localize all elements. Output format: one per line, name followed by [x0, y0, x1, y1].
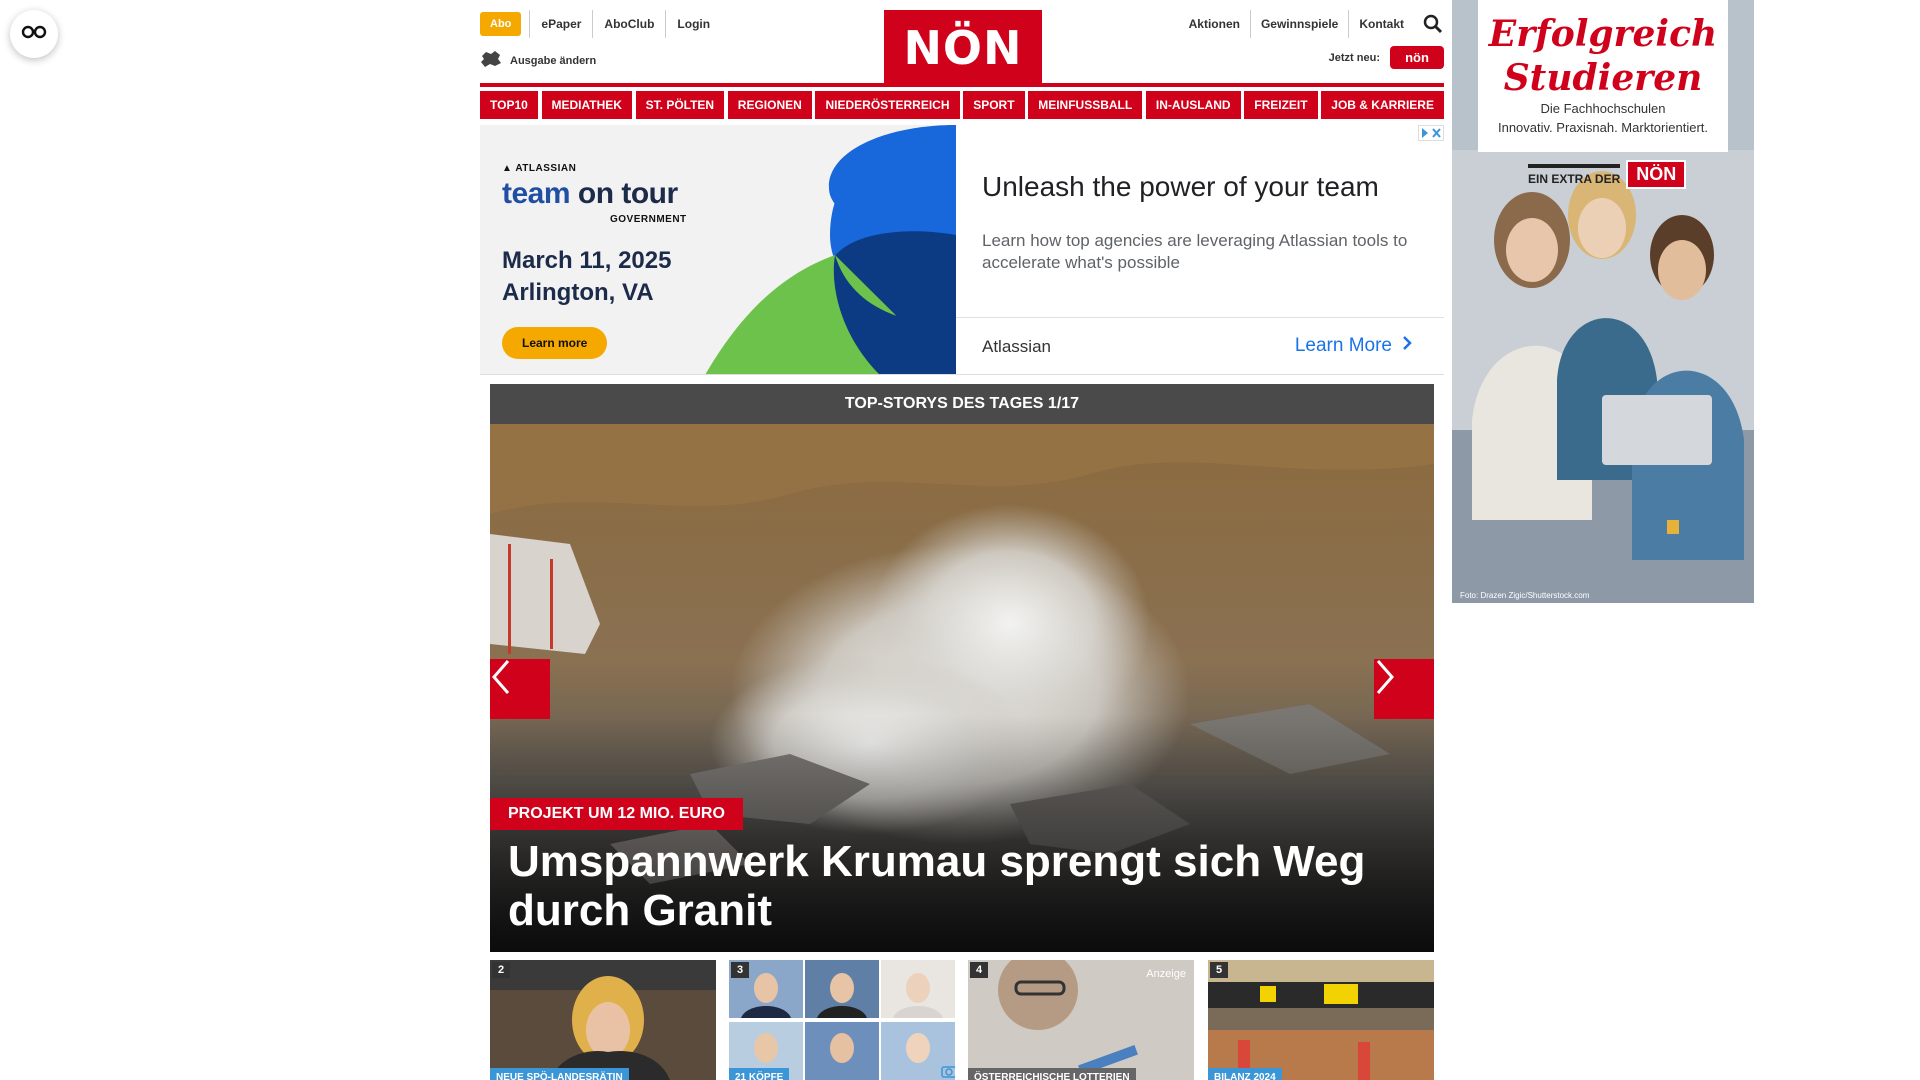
nav-mediathek[interactable]: MEDIATHEK: [541, 91, 632, 119]
side-ad-title: Erfolgreich Studieren: [1488, 13, 1718, 99]
search-icon[interactable]: [1422, 13, 1444, 35]
thumb-tag: ÖSTERREICHISCHE LOTTERIEN: [968, 1068, 1136, 1080]
ad-creative[interactable]: ▲ ATLASSIAN team on tour GOVERNMENT Marc…: [480, 125, 956, 374]
story-thumb[interactable]: 5 BILANZ 2024: [1208, 960, 1434, 1080]
reader-mode-button[interactable]: [10, 10, 58, 58]
nav-niederoesterreich[interactable]: NIEDERÖSTERREICH: [815, 91, 960, 119]
site-header: Abo ePaper AboClub Login Ausgabe ändern …: [480, 0, 1444, 88]
ad-advertiser: Atlassian: [982, 337, 1051, 356]
top-stories-heading: TOP-STORYS DES TAGES 1/17: [490, 384, 1434, 424]
side-ad[interactable]: Erfolgreich Studieren Die Fachhochschule…: [1452, 0, 1754, 603]
nav-freizeit[interactable]: FREIZEIT: [1244, 91, 1318, 119]
thumb-tag: NEUE SPÖ-LANDESRÄTIN: [490, 1068, 629, 1080]
top-links-right: Aktionen Gewinnspiele Kontakt: [1179, 10, 1444, 38]
aktionen-link[interactable]: Aktionen: [1179, 10, 1250, 38]
thumb-image: [1208, 960, 1434, 1080]
nav-sport[interactable]: SPORT: [963, 91, 1025, 119]
top-stories: TOP-STORYS DES TAGES 1/17 PROJEKT UM 12 …: [490, 384, 1434, 952]
ad-text-panel[interactable]: Unleash the power of your team Learn how…: [956, 125, 1444, 374]
nav-st-poelten[interactable]: ST. PÖLTEN: [635, 91, 725, 119]
story-thumb[interactable]: 2 NEUE SPÖ-LANDESRÄTIN: [490, 960, 716, 1080]
side-ad-card: Erfolgreich Studieren Die Fachhochschule…: [1478, 0, 1728, 152]
thumb-image: [729, 960, 955, 1080]
chevron-right-icon: [1392, 335, 1412, 357]
header-divider: [480, 83, 1444, 87]
nav-in-ausland[interactable]: IN-AUSLAND: [1145, 91, 1241, 119]
jetzt-neu-label: Jetzt neu:: [1328, 51, 1380, 64]
nav-top10[interactable]: TOP10: [480, 91, 538, 119]
thumb-number: 2: [492, 962, 511, 978]
nav-regionen[interactable]: REGIONEN: [727, 91, 812, 119]
site-logo[interactable]: NÖN: [884, 10, 1042, 83]
story-title[interactable]: Umspannwerk Krumau sprengt sich Weg durc…: [508, 837, 1408, 935]
ad-learn-more-pill[interactable]: Learn more: [502, 327, 608, 359]
ad-event-date: March 11, 2025 Arlington, VA: [502, 247, 672, 306]
adchoices-icon[interactable]: [1418, 125, 1444, 141]
nav-meinfussball[interactable]: MEINFUSSBALL: [1028, 91, 1143, 119]
thumb-number: 3: [731, 962, 750, 978]
aboclub-link[interactable]: AboClub: [592, 10, 665, 38]
thumb-number: 5: [1210, 962, 1229, 978]
nav-job-karriere[interactable]: JOB & KARRIERE: [1321, 91, 1444, 119]
kontakt-link[interactable]: Kontakt: [1348, 10, 1414, 38]
ad-brand: ▲ ATLASSIAN: [502, 163, 577, 174]
thumb-image: [490, 960, 716, 1080]
carousel-prev-button[interactable]: [490, 659, 550, 719]
login-link[interactable]: Login: [665, 10, 721, 38]
side-ad-photo-credit: Foto: Drazen Zigic/Shutterstock.com: [1460, 591, 1590, 600]
story-thumb[interactable]: 3 21 KÖPFE: [729, 960, 955, 1080]
sponsored-label: Anzeige: [1146, 968, 1186, 980]
gewinnspiele-link[interactable]: Gewinnspiele: [1249, 10, 1348, 38]
story-thumb[interactable]: 4 Anzeige ÖSTERREICHISCHE LOTTERIEN: [968, 960, 1194, 1080]
story-thumbnails: 2 NEUE SPÖ-LANDESRÄTIN 3 21 KÖPFE 4 Anze…: [490, 960, 1434, 1080]
change-edition-link[interactable]: Ausgabe ändern: [480, 50, 596, 71]
thumb-number: 4: [970, 962, 989, 978]
main-navigation: TOP10 MEDIATHEK ST. PÖLTEN REGIONEN NIED…: [480, 91, 1444, 119]
side-ad-subtitle: Die Fachhochschulen Innovativ. Praxisnah…: [1497, 101, 1708, 135]
abo-button[interactable]: Abo: [480, 12, 522, 36]
thumb-tag: BILANZ 2024: [1208, 1068, 1282, 1080]
thumb-tag: 21 KÖPFE: [729, 1068, 790, 1080]
ad-headline[interactable]: Unleash the power of your team: [982, 171, 1379, 203]
region-map-icon: [480, 50, 510, 71]
ad-divider: [956, 317, 1444, 318]
ad-banner[interactable]: ▲ ATLASSIAN team on tour GOVERNMENT Marc…: [480, 125, 1444, 375]
reader-glasses-icon: [21, 25, 47, 44]
change-edition-label: Ausgabe ändern: [510, 54, 597, 67]
carousel-next-button[interactable]: [1374, 659, 1434, 719]
ad-learn-more-link[interactable]: Learn More: [1295, 335, 1412, 357]
jetzt-neu-badge[interactable]: nön: [1390, 46, 1444, 69]
jetzt-neu: Jetzt neu: nön: [1329, 46, 1444, 69]
ad-team-on-tour: team on tour: [502, 177, 678, 210]
ad-government: GOVERNMENT: [610, 214, 687, 225]
side-ad-badge: NÖN: [1626, 160, 1687, 189]
top-links-left: Abo ePaper AboClub Login: [480, 10, 721, 38]
side-ad-extra: EIN EXTRA DER NÖN: [1528, 160, 1687, 189]
epaper-link[interactable]: ePaper: [529, 10, 592, 38]
hero-story[interactable]: PROJEKT UM 12 MIO. EURO Umspannwerk Krum…: [490, 424, 1434, 952]
story-kicker: PROJEKT UM 12 MIO. EURO: [490, 798, 743, 830]
atlassian-logo-icon: ▲: [502, 163, 513, 174]
ad-description: Learn how top agencies are leveraging At…: [982, 231, 1408, 272]
